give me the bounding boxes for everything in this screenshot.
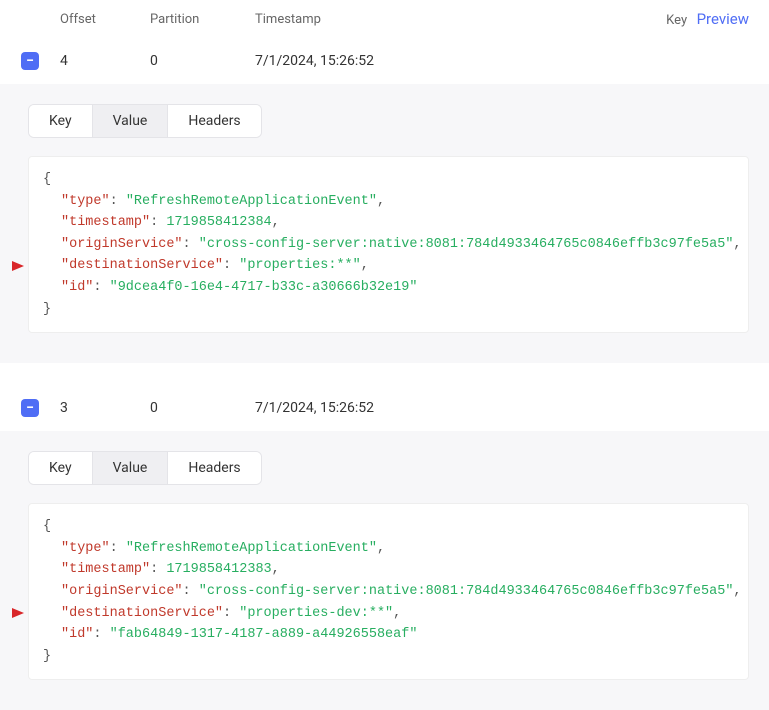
tab-headers[interactable]: Headers bbox=[168, 452, 260, 484]
highlight-arrow-icon bbox=[12, 608, 24, 618]
tab-value[interactable]: Value bbox=[93, 105, 169, 137]
cell-offset: 3 bbox=[60, 400, 150, 416]
col-header-partition: Partition bbox=[150, 12, 255, 27]
table-row: − 3 0 7/1/2024, 15:26:52 bbox=[0, 385, 769, 431]
col-header-key: Key bbox=[666, 13, 687, 28]
cell-timestamp: 7/1/2024, 15:26:52 bbox=[255, 53, 639, 69]
tab-value[interactable]: Value bbox=[93, 452, 169, 484]
preview-link[interactable]: Preview bbox=[697, 10, 749, 28]
collapse-button[interactable]: − bbox=[21, 399, 39, 417]
cell-partition: 0 bbox=[150, 53, 255, 69]
highlight-arrow-icon bbox=[12, 261, 24, 271]
json-payload: {"type": "RefreshRemoteApplicationEvent"… bbox=[28, 156, 749, 333]
detail-panel: Key Value Headers {"type": "RefreshRemot… bbox=[0, 84, 769, 363]
table-header: Offset Partition Timestamp Key Preview bbox=[0, 0, 769, 38]
tab-bar: Key Value Headers bbox=[28, 451, 262, 485]
cell-offset: 4 bbox=[60, 53, 150, 69]
col-header-offset: Offset bbox=[60, 12, 150, 27]
tab-key[interactable]: Key bbox=[29, 105, 93, 137]
collapse-button[interactable]: − bbox=[21, 52, 39, 70]
table-row: − 4 0 7/1/2024, 15:26:52 bbox=[0, 38, 769, 84]
tab-headers[interactable]: Headers bbox=[168, 105, 260, 137]
detail-panel: Key Value Headers {"type": "RefreshRemot… bbox=[0, 431, 769, 710]
cell-timestamp: 7/1/2024, 15:26:52 bbox=[255, 400, 639, 416]
tab-key[interactable]: Key bbox=[29, 452, 93, 484]
col-header-timestamp: Timestamp bbox=[255, 12, 639, 27]
tab-bar: Key Value Headers bbox=[28, 104, 262, 138]
json-payload: {"type": "RefreshRemoteApplicationEvent"… bbox=[28, 503, 749, 680]
cell-partition: 0 bbox=[150, 400, 255, 416]
